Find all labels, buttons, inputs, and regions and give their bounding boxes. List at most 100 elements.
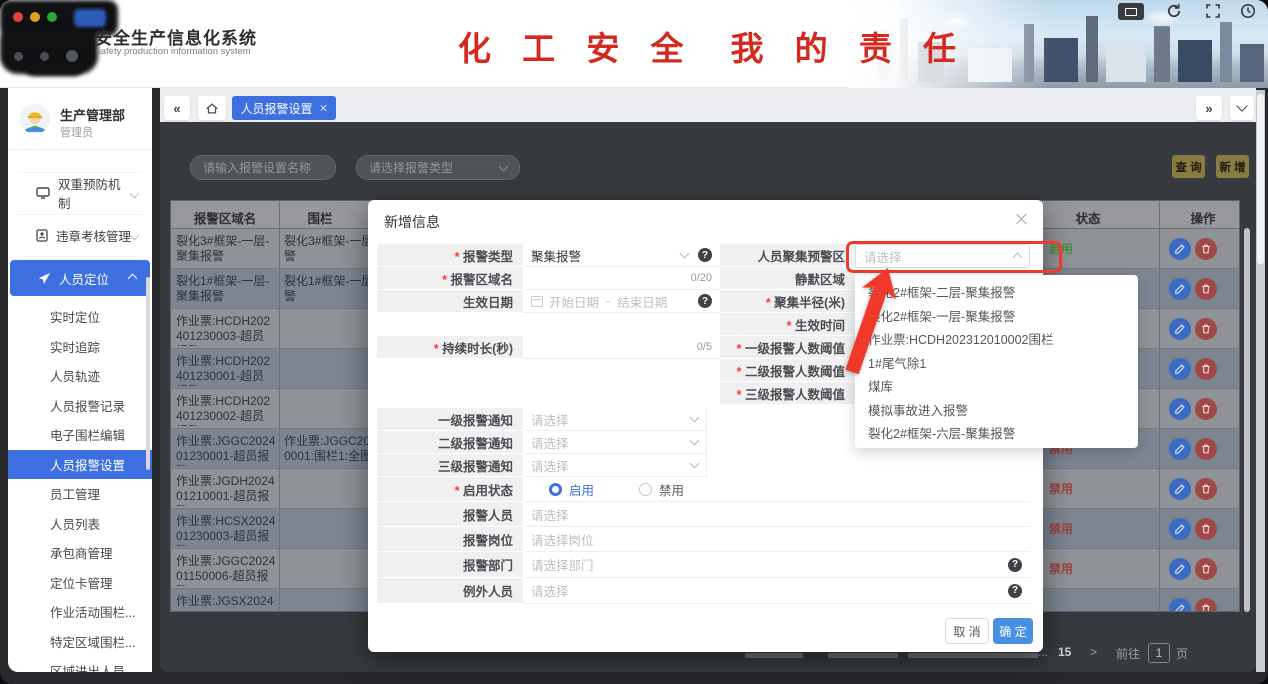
effective-date-range-picker[interactable]: 开始日期 - 结束日期 ? [523,290,720,313]
dropdown-option[interactable]: 1#尾气除1 [855,351,1138,375]
radio-enabled-label[interactable]: 启用 [569,480,594,499]
dropdown-option[interactable]: 模拟事故进入报警 [855,398,1138,422]
col-header-fence: 围栏 [307,208,332,227]
level1-notify-select[interactable]: 请选择 [523,408,707,431]
search-input[interactable]: 请输入报警设置名称 [190,155,336,180]
expand-tabs-button[interactable]: » [1196,96,1222,120]
sidebar-submenu: 实时定位实时追踪人员轨迹人员报警记录电子围栏编辑人员报警设置员工管理人员列表承包… [8,302,152,672]
refresh-icon[interactable] [1166,3,1182,24]
edit-button[interactable] [1169,518,1191,540]
table-scrollbar[interactable] [1244,228,1250,612]
alarm-dept-select[interactable]: 请选择部门? [523,552,1030,578]
chevron-down-icon [690,413,700,423]
screen-share-icon[interactable] [1118,3,1144,20]
field-label-gather-radius: 聚集半径(米) [720,290,855,313]
help-icon[interactable]: ? [1008,584,1022,598]
sidebar-subitem[interactable]: 实时追踪 [8,332,152,362]
field-label-alarm-person: 报警人员 [377,502,523,527]
pagination-next-button[interactable]: > [1090,645,1097,659]
field-label-alarm-dept: 报警部门 [377,552,523,578]
field-label-level3-threshold: 三级报警人数阈值 [720,382,855,405]
edit-button[interactable] [1169,238,1191,260]
edit-button[interactable] [1169,278,1191,300]
delete-button[interactable] [1195,438,1217,460]
edit-button[interactable] [1169,318,1191,340]
edit-button[interactable] [1169,398,1191,420]
traffic-light-zoom[interactable] [47,12,57,22]
close-tab-icon[interactable] [320,104,328,112]
level2-notify-select[interactable]: 请选择 [523,431,707,454]
sidebar-item-personnel-location[interactable]: 人员定位 [10,260,150,296]
window-scrollbar[interactable] [1256,90,1265,672]
add-button[interactable]: 新 增 [1216,155,1249,178]
tab-menu-button[interactable] [1230,96,1254,120]
delete-button[interactable] [1195,358,1217,380]
banner-slogan: 化 工 安 全我 的 责 任 [458,22,967,70]
radio-disabled[interactable] [639,483,652,496]
dropdown-option[interactable]: 裂化2#框架-一层-聚集报警 [855,304,1138,328]
delete-button[interactable] [1195,558,1217,580]
fullscreen-icon[interactable] [1206,4,1220,23]
delete-button[interactable] [1195,238,1217,260]
sidebar-subitem[interactable]: 作业活动围栏... [8,597,152,627]
redacted-dot [40,52,49,61]
help-icon[interactable]: ? [1008,558,1022,572]
alarm-type-select[interactable]: 请选择报警类型 [356,155,520,180]
edit-button[interactable] [1169,358,1191,380]
radio-disabled-label[interactable]: 禁用 [659,480,684,499]
radio-enabled[interactable] [549,483,562,496]
sidebar-scrollbar[interactable] [146,277,150,470]
alarm-type-select-field[interactable]: 聚集报警 ? [523,244,720,267]
area-name-input[interactable]: 0/20 [523,267,720,290]
confirm-button[interactable]: 确 定 [993,618,1033,644]
sidebar-subitem[interactable]: 电子围栏编辑 [8,420,152,450]
sidebar-subitem[interactable]: 特定区域围栏... [8,627,152,657]
dropdown-option[interactable]: 裂化2#框架-六层-聚集报警 [855,421,1138,445]
chevron-up-icon [128,273,138,283]
clock-icon[interactable] [1240,3,1256,24]
alarm-person-select[interactable]: 请选择 [523,502,1030,527]
modal-close-icon[interactable] [1015,212,1029,226]
help-icon[interactable]: ? [698,248,712,262]
delete-button[interactable] [1195,398,1217,420]
sidebar-subitem[interactable]: 人员轨迹 [8,361,152,391]
sidebar-subitem[interactable]: 员工管理 [8,479,152,509]
sidebar-item-dual-prevention[interactable]: 双重预防机制 [8,176,152,210]
delete-button[interactable] [1195,278,1217,300]
cancel-button[interactable]: 取 消 [945,618,989,644]
sidebar-subitem[interactable]: 人员报警记录 [8,391,152,421]
delete-button[interactable] [1195,518,1217,540]
sidebar-subitem[interactable]: 承包商管理 [8,538,152,568]
sidebar-subitem[interactable]: 实时定位 [8,302,152,332]
delete-button[interactable] [1195,598,1217,612]
dropdown-option[interactable]: 煤库 [855,374,1138,398]
field-label-alarm-type: 报警类型 [377,244,523,267]
delete-button[interactable] [1195,318,1217,340]
sidebar-subitem[interactable]: 区域进出人员 [8,656,152,672]
query-button[interactable]: 查 询 [1172,155,1205,178]
edit-button[interactable] [1169,438,1191,460]
help-icon[interactable]: ? [698,294,712,308]
pagination-page-15[interactable]: 15 [1058,645,1071,659]
pagination-goto-input[interactable]: 1 [1148,643,1170,663]
delete-button[interactable] [1195,478,1217,500]
tab-personnel-alarm-settings[interactable]: 人员报警设置 [232,96,336,120]
edit-button[interactable] [1169,558,1191,580]
duration-input[interactable]: 0/5 [523,336,720,359]
home-tab-button[interactable] [198,96,226,120]
pagination-clipped-text [908,653,1038,658]
level3-notify-select[interactable]: 请选择 [523,454,707,477]
sidebar-subitem[interactable]: 定位卡管理 [8,568,152,598]
edit-button[interactable] [1169,598,1191,612]
exception-person-select[interactable]: 请选择? [523,578,1030,604]
traffic-light-close[interactable] [13,12,23,22]
edit-button[interactable] [1169,478,1191,500]
traffic-light-minimize[interactable] [30,12,40,22]
status-badge: 禁用 [1049,522,1119,537]
sidebar-item-violation-assessment[interactable]: 违章考核管理 [8,218,152,252]
collapse-sidebar-button[interactable]: « [164,96,190,120]
alarm-post-select[interactable]: 请选择岗位 [523,527,1030,552]
sidebar-subitem[interactable]: 人员报警设置 [8,450,152,480]
dropdown-option[interactable]: 作业票:HCDH202312010002围栏 [855,327,1138,351]
sidebar-subitem[interactable]: 人员列表 [8,509,152,539]
